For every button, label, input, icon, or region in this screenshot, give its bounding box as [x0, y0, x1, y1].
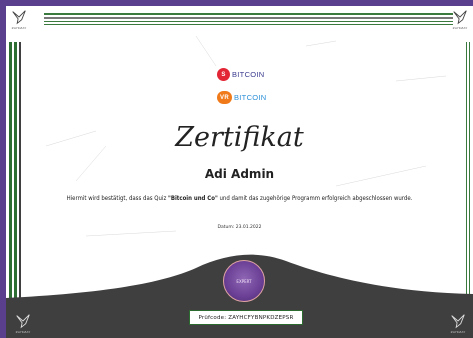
- brand-label: ZAYKZAY: [450, 330, 466, 334]
- award-seal: EXPERT: [223, 260, 265, 302]
- brand-label: ZAYKZAY: [11, 26, 27, 30]
- bird-logo-icon: [12, 10, 26, 25]
- partner-logo-s-bitcoin: S BITCOIN: [217, 68, 265, 81]
- certificate-body: Hiermit wird bestätigt, dass das Quiz "B…: [66, 193, 413, 205]
- recipient-name: Adi Admin: [204, 167, 275, 181]
- brand-label: ZAYKZAY: [15, 330, 31, 334]
- quiz-name: "Bitcoin und Co": [168, 195, 218, 202]
- brand-label: ZAYKZAY: [452, 26, 468, 30]
- partner-badge: VR: [217, 91, 232, 104]
- body-text-before: Hiermit wird bestätigt, dass das Quiz: [66, 195, 169, 202]
- partner-logo-vr-bitcoin: VR BITCOIN: [217, 91, 267, 104]
- certificate-title: Zertifikat: [175, 122, 304, 153]
- corner-logo-bottom-right: ZAYKZAY: [447, 312, 469, 334]
- partner-name: BITCOIN: [234, 93, 267, 102]
- partner-name: BITCOIN: [232, 70, 265, 79]
- corner-logo-top-right: ZAYKZAY: [449, 8, 471, 30]
- seal-text: EXPERT: [236, 278, 252, 284]
- bird-logo-icon: [16, 314, 30, 329]
- partner-badge: S: [217, 68, 230, 81]
- certificate: ZAYKZAY ZAYKZAY ZAYKZAY ZAYKZAY S BITCOI…: [6, 6, 473, 338]
- bird-logo-icon: [451, 314, 465, 329]
- certificate-date: Datum: 23.01.2022: [217, 225, 262, 230]
- bird-logo-icon: [453, 10, 467, 25]
- corner-logo-top-left: ZAYKZAY: [8, 8, 30, 30]
- corner-logo-bottom-left: ZAYKZAY: [12, 312, 34, 334]
- verification-code: Prüfcode: ZAYHCFYBNPKDZEPSR: [189, 310, 303, 325]
- body-text-after: und damit das zugehörige Programm erfolg…: [219, 195, 413, 202]
